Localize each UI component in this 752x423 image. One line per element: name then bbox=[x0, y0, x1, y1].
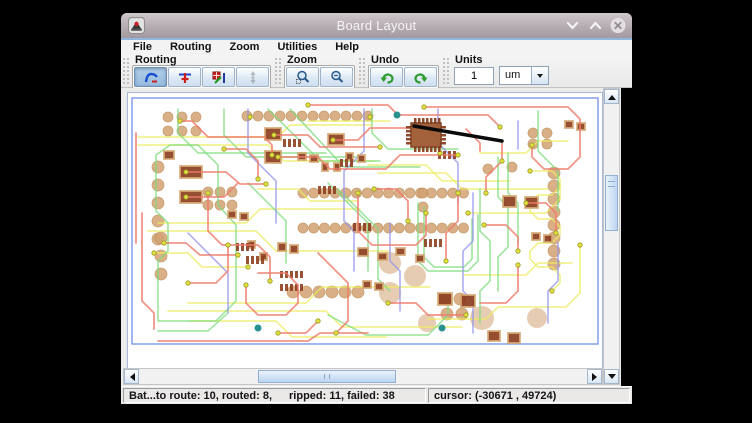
fanout-icon bbox=[177, 70, 193, 85]
pull-tight-icon bbox=[245, 70, 261, 85]
redo-button[interactable] bbox=[404, 67, 437, 87]
group-label: Routing bbox=[135, 54, 177, 66]
group-label: Undo bbox=[371, 54, 399, 66]
close-button[interactable] bbox=[610, 18, 626, 34]
status-bar: Bat...to route: 10, routed: 8, ripped: 1… bbox=[121, 386, 632, 404]
scroll-right-icon bbox=[592, 373, 601, 381]
maximize-button[interactable] bbox=[587, 18, 603, 34]
scroll-right-button[interactable] bbox=[587, 369, 602, 384]
menu-bar: File Routing Zoom Utilities Help bbox=[121, 38, 632, 55]
scroll-down-icon bbox=[608, 374, 616, 383]
cursor-position-text: cursor: (-30671 , 49724) bbox=[434, 390, 556, 402]
dropdown-arrow-icon bbox=[537, 74, 543, 81]
toolbar-grip[interactable] bbox=[441, 56, 450, 86]
redo-icon bbox=[413, 70, 429, 85]
close-icon bbox=[610, 17, 626, 34]
scroll-up-button[interactable] bbox=[604, 89, 619, 104]
optimize-route-button[interactable] bbox=[202, 67, 235, 87]
group-label: Units bbox=[455, 54, 483, 66]
group-label: Zoom bbox=[287, 54, 317, 66]
unit-select-button[interactable] bbox=[531, 67, 548, 84]
app-window: Board Layout File Rou bbox=[121, 13, 632, 404]
routing-status-cell: Bat...to route: 10, routed: 8, ripped: 1… bbox=[123, 388, 426, 403]
menu-item-help[interactable]: Help bbox=[326, 41, 368, 54]
unit-scale-input[interactable] bbox=[454, 67, 494, 85]
desktop: { "window": { "title": "Board Layout" },… bbox=[0, 0, 752, 423]
content-area bbox=[121, 88, 632, 386]
fanout-button[interactable] bbox=[168, 67, 201, 87]
horizontal-scrollbar-thumb[interactable] bbox=[258, 370, 397, 383]
menu-item-file[interactable]: File bbox=[124, 41, 161, 54]
pcb-canvas[interactable] bbox=[128, 93, 602, 369]
scroll-left-icon bbox=[126, 373, 135, 381]
minimize-button[interactable] bbox=[564, 18, 580, 34]
scroll-down-button[interactable] bbox=[604, 369, 619, 384]
window-title: Board Layout bbox=[121, 18, 632, 33]
horizontal-scrollbar[interactable] bbox=[123, 368, 603, 385]
menu-item-utilities[interactable]: Utilities bbox=[268, 41, 326, 54]
title-bar[interactable]: Board Layout bbox=[121, 13, 632, 38]
screen-cutoff bbox=[621, 88, 632, 386]
toolbar-grip[interactable] bbox=[121, 56, 130, 86]
menu-item-zoom[interactable]: Zoom bbox=[221, 41, 269, 54]
board-viewport bbox=[127, 92, 603, 370]
autoroute-icon bbox=[143, 70, 159, 85]
zoom-region-icon bbox=[295, 70, 311, 85]
undo-button[interactable] bbox=[370, 67, 403, 87]
batch-status-text: Bat...to route: 10, routed: 8, bbox=[129, 390, 272, 402]
zoom-region-button[interactable] bbox=[286, 67, 319, 87]
scroll-left-button[interactable] bbox=[124, 369, 139, 384]
chevron-down-icon bbox=[565, 18, 580, 33]
unit-select-value: um bbox=[500, 67, 531, 84]
toolbar-group-undo: Undo bbox=[366, 55, 441, 89]
cursor-status-cell: cursor: (-30671 , 49724) bbox=[428, 388, 630, 403]
toolbar-group-zoom: Zoom bbox=[282, 55, 357, 89]
app-icon bbox=[128, 17, 145, 34]
undo-icon bbox=[379, 70, 395, 85]
zoom-loupe-button[interactable] bbox=[320, 67, 353, 87]
toolbar: Routing bbox=[121, 55, 632, 88]
toolbar-grip[interactable] bbox=[357, 56, 366, 86]
toolbar-group-routing: Routing bbox=[130, 55, 273, 89]
menu-item-routing[interactable]: Routing bbox=[161, 41, 221, 54]
optimize-route-icon bbox=[211, 70, 227, 85]
ripped-failed-text: ripped: 11, failed: 38 bbox=[289, 390, 395, 402]
toolbar-group-units: Units um bbox=[450, 55, 551, 85]
pull-tight-button[interactable] bbox=[236, 67, 269, 87]
autoroute-button[interactable] bbox=[134, 67, 167, 87]
scroll-up-icon bbox=[608, 91, 616, 100]
chevron-up-icon bbox=[588, 18, 603, 33]
vertical-scrollbar[interactable] bbox=[603, 88, 620, 385]
zoom-loupe-icon bbox=[329, 70, 345, 85]
toolbar-grip[interactable] bbox=[273, 56, 282, 86]
vertical-scrollbar-thumb[interactable] bbox=[605, 175, 618, 231]
unit-select[interactable]: um bbox=[499, 66, 549, 85]
